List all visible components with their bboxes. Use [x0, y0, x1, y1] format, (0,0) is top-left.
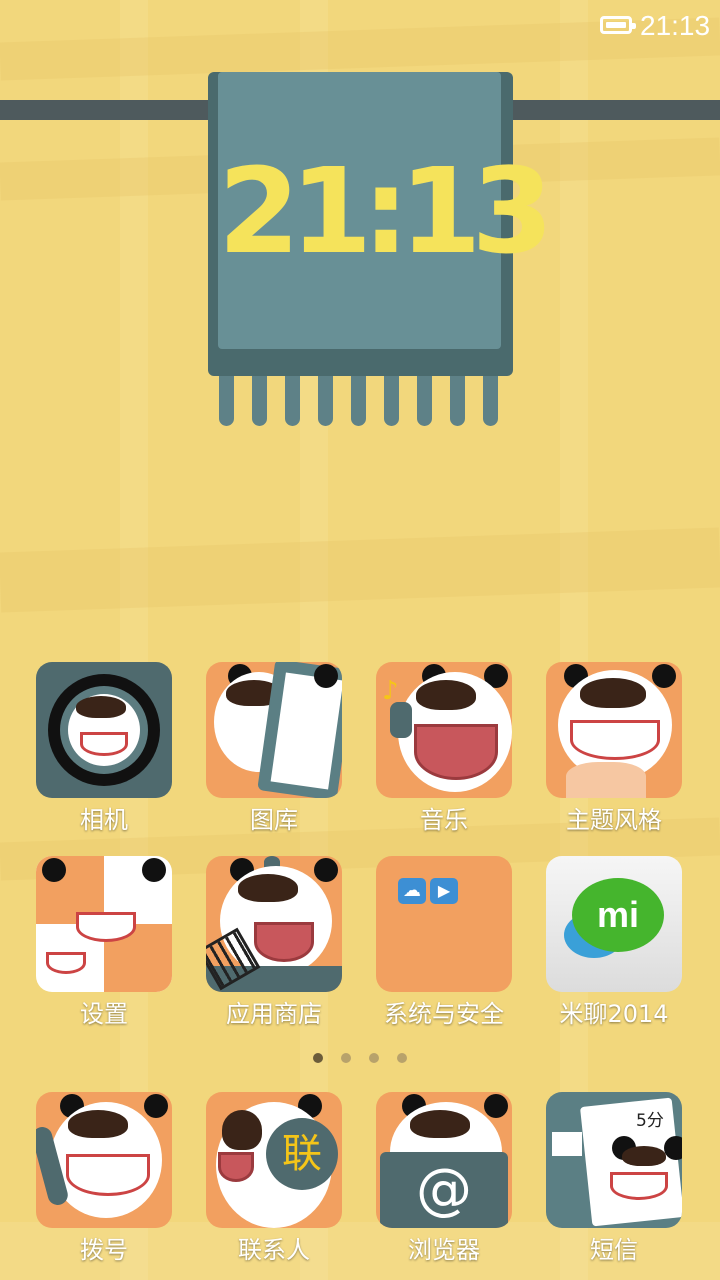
- app-camera[interactable]: 相机: [34, 662, 174, 835]
- phone-dialer-icon: [36, 1092, 172, 1228]
- app-theme[interactable]: 主题风格: [544, 662, 684, 835]
- message-count-badge: 5分: [636, 1111, 664, 1131]
- page-dot-active[interactable]: [313, 1053, 323, 1063]
- status-time: 21:13: [640, 10, 711, 41]
- app-label: 应用商店: [226, 1000, 322, 1028]
- battery-full-icon: [600, 16, 636, 34]
- contacts-icon: 联: [206, 1092, 342, 1228]
- camera-icon: [36, 662, 172, 798]
- browser-at-symbol: @: [380, 1152, 508, 1228]
- app-label: 图库: [250, 806, 298, 834]
- dock-phone[interactable]: 拨号: [34, 1092, 174, 1265]
- app-label: 音乐: [420, 806, 468, 834]
- page-indicator[interactable]: [0, 1048, 720, 1067]
- gallery-icon: [206, 662, 342, 798]
- browser-icon: @: [376, 1092, 512, 1228]
- dock-browser[interactable]: @ 浏览器: [374, 1092, 514, 1265]
- app-label: 设置: [80, 1000, 128, 1028]
- wallpaper-stripe: [0, 527, 720, 613]
- clock-face: 21:13: [218, 72, 554, 349]
- app-music[interactable]: ♪ 音乐: [374, 662, 514, 835]
- wallpaper-stripe: [560, 0, 588, 1280]
- app-label: 联系人: [238, 1236, 310, 1264]
- app-label: 相机: [80, 806, 128, 834]
- page-dot[interactable]: [369, 1053, 379, 1063]
- dock-messages[interactable]: 5分 短信: [544, 1092, 684, 1265]
- app-label: 浏览器: [408, 1236, 480, 1264]
- folder-system-security[interactable]: ☁ ▶ 系统与安全: [374, 856, 514, 1029]
- app-gallery[interactable]: 图库: [204, 662, 344, 835]
- app-label: 拨号: [80, 1236, 128, 1264]
- app-label: 主题风格: [566, 806, 662, 834]
- app-label: 系统与安全: [384, 1000, 504, 1028]
- page-dot[interactable]: [341, 1053, 351, 1063]
- clock-widget[interactable]: 21:13: [208, 72, 554, 376]
- app-settings[interactable]: 设置: [34, 856, 174, 1029]
- system-security-folder-icon: ☁ ▶: [376, 856, 512, 992]
- messages-icon: 5分: [546, 1092, 682, 1228]
- app-miliao[interactable]: mi 米聊2014: [544, 856, 684, 1029]
- app-store-icon: [206, 856, 342, 992]
- theme-icon: [546, 662, 682, 798]
- contacts-badge: 联: [266, 1118, 338, 1190]
- miliao-icon: mi: [546, 856, 682, 992]
- status-bar: 21:13: [0, 0, 720, 56]
- music-icon: ♪: [376, 662, 512, 798]
- app-label: 短信: [590, 1236, 638, 1264]
- app-label: 米聊2014: [559, 1000, 669, 1028]
- app-store[interactable]: 应用商店: [204, 856, 344, 1029]
- settings-icon: [36, 856, 172, 992]
- clock-time: 21:13: [218, 142, 554, 280]
- dock-contacts[interactable]: 联 联系人: [204, 1092, 344, 1265]
- page-dot[interactable]: [397, 1053, 407, 1063]
